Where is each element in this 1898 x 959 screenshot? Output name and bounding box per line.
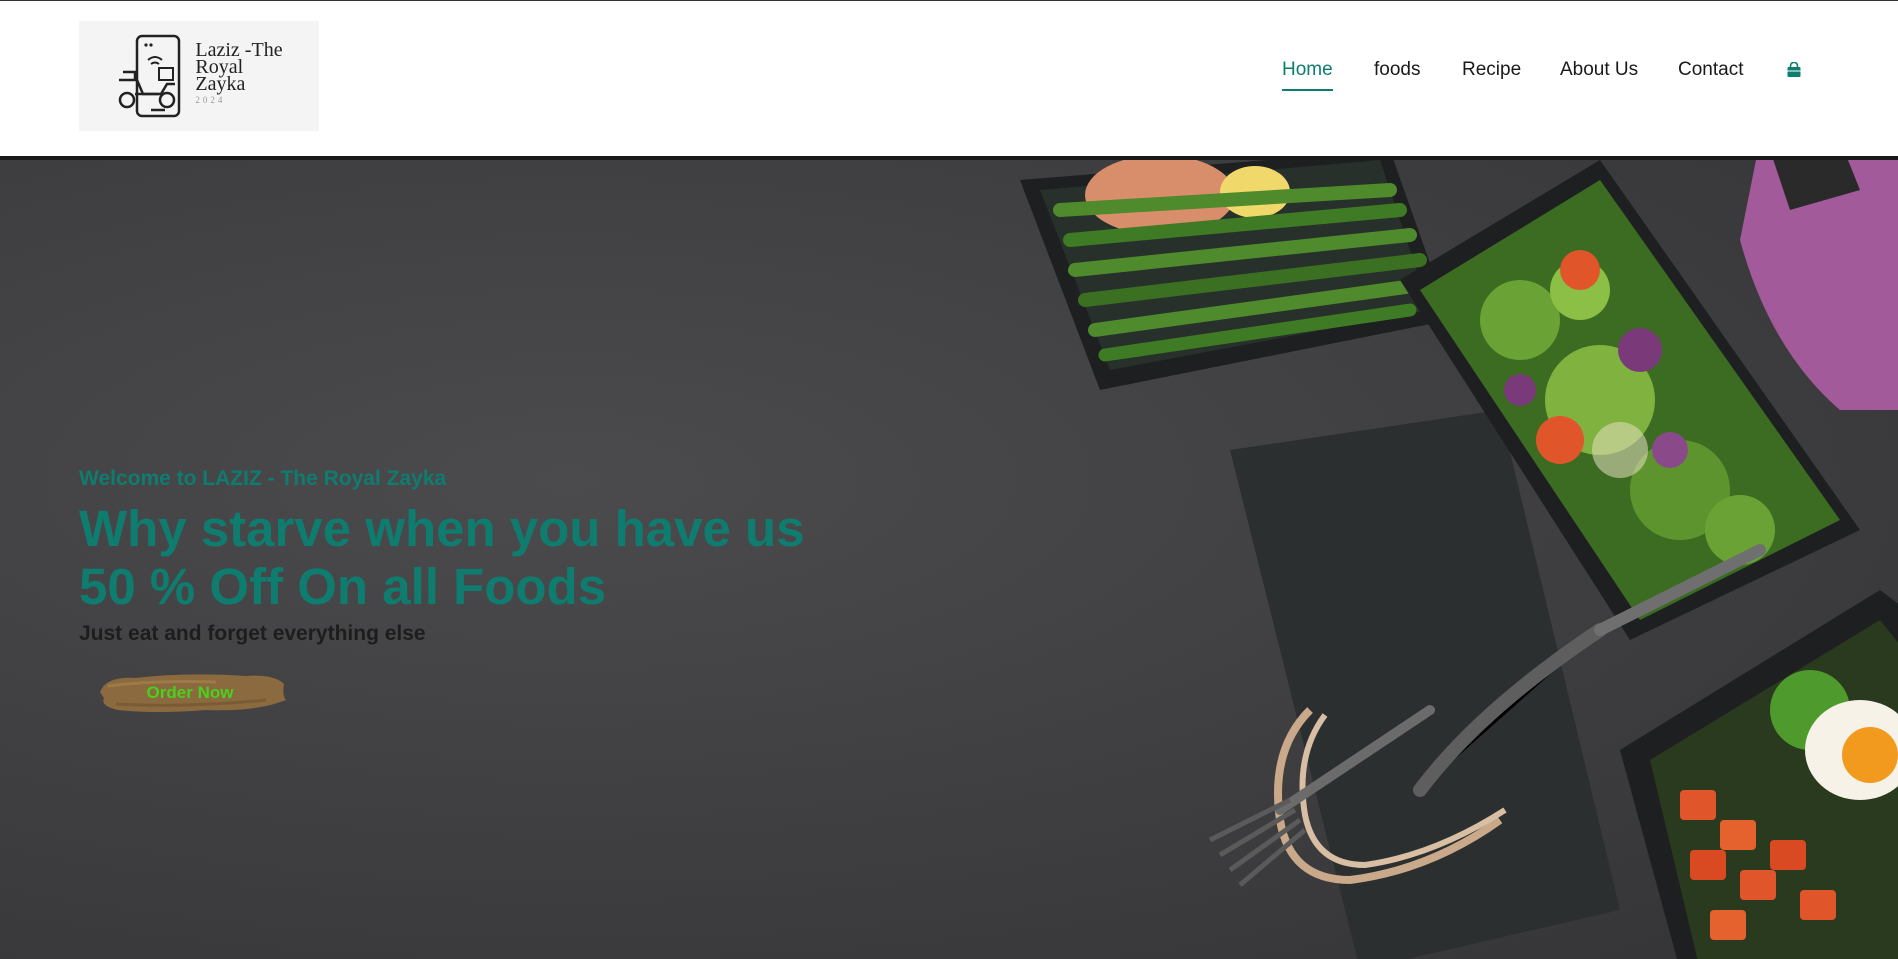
shopping-bag-icon[interactable] bbox=[1786, 62, 1802, 78]
site-header: Laziz -The Royal Zayka 2024 Home foods R… bbox=[0, 1, 1898, 160]
nav-item-about-us[interactable]: About Us bbox=[1560, 59, 1638, 81]
food-containers-image bbox=[1020, 160, 1898, 959]
nav-item-home[interactable]: Home bbox=[1282, 59, 1333, 91]
brand-year: 2024 bbox=[195, 95, 226, 105]
hero-title-line1: Why starve when you have us bbox=[79, 500, 805, 557]
hero-title-line2: 50 % Off On all Foods bbox=[79, 558, 607, 615]
nav-item-contact[interactable]: Contact bbox=[1678, 59, 1743, 81]
nav-item-recipe[interactable]: Recipe bbox=[1462, 59, 1521, 81]
page: Laziz -The Royal Zayka 2024 Home foods R… bbox=[0, 0, 1898, 959]
main-nav: Home foods Recipe About Us Contact bbox=[0, 59, 1898, 93]
order-now-label: Order Now bbox=[146, 683, 234, 702]
hero-welcome-text: Welcome to LAZIZ - The Royal Zayka bbox=[79, 467, 447, 490]
hero-subtitle: Just eat and forget everything else bbox=[79, 622, 426, 645]
hero-banner: Welcome to LAZIZ - The Royal Zayka Why s… bbox=[0, 160, 1898, 959]
nav-item-foods[interactable]: foods bbox=[1374, 59, 1420, 81]
order-now-button[interactable]: Order Now bbox=[96, 670, 288, 716]
